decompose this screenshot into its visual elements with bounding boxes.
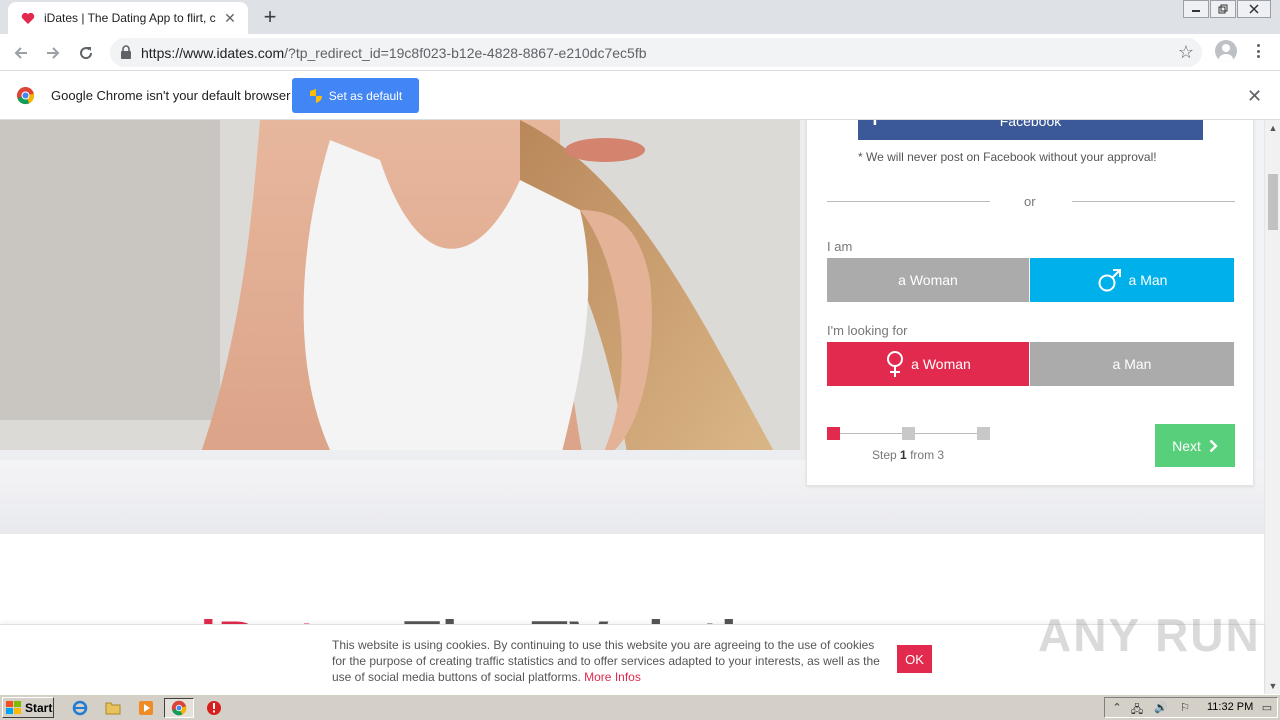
tab-strip: iDates | The Dating App to flirt, chat ✕… bbox=[0, 0, 1280, 34]
looking-for-man-button[interactable]: a Man bbox=[1030, 342, 1234, 386]
male-symbol-icon bbox=[1098, 269, 1121, 292]
step-dot-1 bbox=[827, 427, 840, 440]
browser-tab[interactable]: iDates | The Dating App to flirt, chat ✕ bbox=[8, 2, 248, 34]
shield-icon bbox=[309, 88, 322, 103]
facebook-icon: f bbox=[872, 120, 878, 130]
facebook-note: * We will never post on Facebook without… bbox=[858, 150, 1157, 164]
next-button[interactable]: Next bbox=[1155, 424, 1235, 467]
reload-icon[interactable] bbox=[75, 42, 97, 64]
stop-sign-icon[interactable] bbox=[204, 698, 224, 718]
new-tab-button[interactable]: + bbox=[258, 6, 282, 28]
file-explorer-icon[interactable] bbox=[103, 698, 123, 718]
or-label: or bbox=[1024, 194, 1036, 209]
close-window-button[interactable] bbox=[1237, 0, 1271, 18]
i-am-woman-button[interactable]: a Woman bbox=[827, 258, 1029, 302]
address-bar[interactable]: https://www.idates.com/?tp_redirect_id=1… bbox=[110, 38, 1202, 67]
restore-button[interactable] bbox=[1210, 0, 1236, 18]
media-player-icon[interactable] bbox=[136, 698, 156, 718]
infobar-close-icon[interactable]: ✕ bbox=[1247, 86, 1262, 107]
scroll-up-arrow-icon[interactable]: ▲ bbox=[1265, 120, 1280, 136]
volume-icon[interactable]: 🔊 bbox=[1153, 701, 1169, 715]
network-icon[interactable]: 🖧 bbox=[1129, 701, 1145, 716]
looking-for-label: I'm looking for bbox=[827, 323, 908, 338]
infobar-message: Google Chrome isn't your default browser bbox=[51, 88, 291, 103]
step-progress bbox=[827, 427, 991, 441]
step-dot-3 bbox=[977, 427, 990, 440]
forward-arrow-icon[interactable] bbox=[42, 42, 64, 64]
page-scrollbar[interactable]: ▲ ▼ bbox=[1264, 120, 1280, 694]
divider-right bbox=[1072, 201, 1235, 202]
tab-close-icon[interactable]: ✕ bbox=[222, 10, 238, 26]
female-symbol-icon bbox=[887, 351, 904, 377]
browser-toolbar: https://www.idates.com/?tp_redirect_id=1… bbox=[0, 34, 1280, 71]
looking-for-woman-button[interactable]: a Woman bbox=[827, 342, 1029, 386]
start-button[interactable]: Start bbox=[2, 697, 54, 718]
action-center-flag-icon[interactable]: ⚐ bbox=[1177, 701, 1193, 715]
tray-expand-icon[interactable]: ⌃ bbox=[1109, 701, 1125, 715]
anyrun-watermark: ANY RUN bbox=[1038, 609, 1261, 661]
windows-logo-icon bbox=[6, 700, 21, 714]
divider-left bbox=[827, 201, 990, 202]
chrome-logo-icon bbox=[16, 86, 35, 105]
minimize-button[interactable] bbox=[1183, 0, 1209, 18]
cookie-ok-button[interactable]: OK bbox=[897, 645, 932, 673]
more-infos-link[interactable]: More Infos bbox=[584, 670, 641, 684]
bookmark-star-icon[interactable]: ☆ bbox=[1178, 42, 1194, 63]
internet-explorer-icon[interactable] bbox=[70, 698, 90, 718]
heart-favicon-icon bbox=[20, 10, 36, 26]
taskbar-clock[interactable]: 11:32 PM bbox=[1207, 701, 1253, 713]
back-arrow-icon[interactable] bbox=[10, 42, 32, 64]
scroll-thumb[interactable] bbox=[1268, 174, 1278, 230]
signup-card: f Facebook * We will never post on Faceb… bbox=[806, 120, 1254, 486]
set-as-default-button[interactable]: Set as default bbox=[292, 78, 419, 113]
profile-avatar-icon[interactable] bbox=[1215, 40, 1237, 62]
system-tray: ⌃ 🖧 🔊 ⚐ 11:32 PM ▭ bbox=[1104, 697, 1278, 718]
hero-image: f Facebook * We will never post on Faceb… bbox=[0, 120, 1264, 534]
chrome-menu-icon[interactable] bbox=[1250, 41, 1266, 61]
step-dot-2 bbox=[902, 427, 915, 440]
chevron-right-icon bbox=[1209, 439, 1218, 452]
scroll-down-arrow-icon[interactable]: ▼ bbox=[1265, 678, 1280, 694]
facebook-login-button[interactable]: f Facebook bbox=[858, 120, 1203, 140]
i-am-label: I am bbox=[827, 239, 853, 254]
url-text: https://www.idates.com/?tp_redirect_id=1… bbox=[141, 45, 647, 61]
windows-taskbar: Start ⌃ 🖧 🔊 ⚐ 11:32 PM ▭ bbox=[0, 694, 1280, 720]
show-desktop-icon[interactable]: ▭ bbox=[1259, 701, 1275, 715]
default-browser-infobar: Google Chrome isn't your default browser… bbox=[0, 71, 1280, 120]
lock-icon bbox=[120, 45, 134, 59]
chrome-taskbar-icon[interactable] bbox=[164, 698, 194, 718]
step-indicator: Step 1 from 3 bbox=[872, 448, 945, 462]
i-am-man-button[interactable]: a Man bbox=[1030, 258, 1234, 302]
tab-title: iDates | The Dating App to flirt, chat bbox=[44, 11, 216, 25]
cookie-text: This website is using cookies. By contin… bbox=[332, 638, 880, 684]
